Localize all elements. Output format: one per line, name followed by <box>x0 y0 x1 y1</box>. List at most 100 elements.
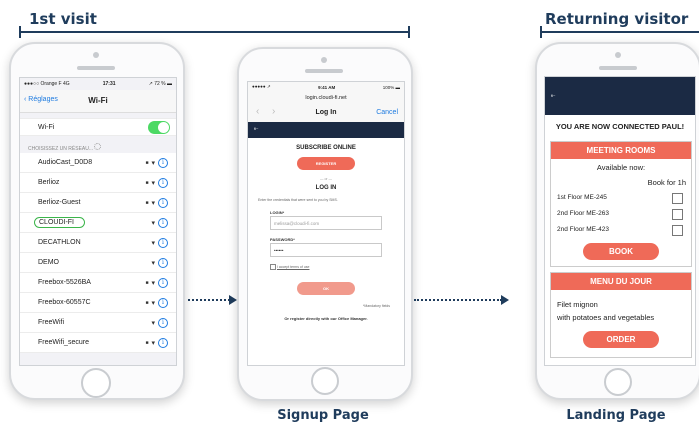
lock-icon: ■ <box>145 199 149 206</box>
portal-banner: fi~ <box>545 77 695 115</box>
info-icon[interactable]: i <box>158 157 168 168</box>
wifi-signal-icon: ▾ <box>151 259 155 267</box>
wifi-toggle-label: Wi-Fi <box>38 123 55 131</box>
forward-chevron-icon[interactable]: › <box>272 106 275 117</box>
info-icon[interactable]: i <box>158 337 168 348</box>
wifi-signal-icon: ▾ <box>151 279 155 287</box>
network-name: Berlioz <box>38 179 60 186</box>
toggle-knob <box>158 121 169 133</box>
url-bar: login.cloudi-fi.net <box>248 92 404 104</box>
room-checkbox[interactable] <box>672 193 683 204</box>
menu-du-jour-card: MENU DU JOUR Filet mignon with potatoes … <box>550 272 692 358</box>
room-checkbox[interactable] <box>672 209 683 220</box>
wifi-signal-icon: ▾ <box>151 339 155 347</box>
landing-screen: fi~ YOU ARE NOW CONNECTED PAUL! MEETING … <box>544 76 696 366</box>
room-checkbox[interactable] <box>672 225 683 236</box>
info-icon[interactable]: i <box>158 277 168 288</box>
spinner-icon <box>94 143 102 150</box>
front-camera <box>321 57 327 63</box>
password-field[interactable]: •••••• <box>270 243 382 257</box>
section-label: CHOISISSEZ UN RÉSEAU... <box>28 143 102 152</box>
first-visit-header: 1st visit <box>29 10 97 28</box>
speaker-grille <box>77 66 115 70</box>
first-visit-bracket <box>19 31 410 33</box>
terms-row: I accept terms of use <box>270 264 309 270</box>
wifi-toggle-switch[interactable] <box>148 120 170 134</box>
network-name: DEMO <box>38 259 59 266</box>
info-icon[interactable]: i <box>158 257 168 268</box>
room-row: 1st Floor ME-245 <box>551 192 691 206</box>
menu-line-2: with potatoes and vegetables <box>557 313 655 322</box>
wifi-toggle-row: Wi-Fi <box>20 118 176 136</box>
bracket-tick-left <box>19 26 21 38</box>
network-row[interactable]: FreeWifi_secure ■ ▾ i <box>20 333 176 353</box>
browser-nav: ‹ › Log In Cancel <box>248 104 404 123</box>
wifi-signal-icon: ▾ <box>151 159 155 167</box>
info-icon[interactable]: i <box>158 317 168 328</box>
bracket-tick-right <box>408 26 410 38</box>
status-bar: ●●●○○ Orange F 4G 17:31 ↗ 72 % ▬ <box>20 78 176 90</box>
home-button[interactable] <box>604 368 632 396</box>
wifi-signal-icon: ▾ <box>151 299 155 307</box>
password-field-label: PASSWORD* <box>270 237 295 242</box>
info-icon[interactable]: i <box>158 177 168 188</box>
banner-logo: fi~ <box>551 93 556 98</box>
lock-icon: ■ <box>145 159 149 166</box>
network-row[interactable]: AudioCast_D0D8 ■ ▾ i <box>20 153 176 173</box>
register-button[interactable]: REGISTER <box>297 157 355 170</box>
network-row[interactable]: DECATHLON ▾ i <box>20 233 176 253</box>
order-button[interactable]: ORDER <box>583 331 659 348</box>
room-list: 1st Floor ME-245 2nd Floor ME-263 2nd Floo… <box>551 192 691 240</box>
terms-link[interactable]: I accept terms of use <box>277 265 310 269</box>
back-chevron-icon[interactable]: ‹ <box>256 106 259 117</box>
network-row[interactable]: FreeWifi ▾ i <box>20 313 176 333</box>
flow-arrow-2-head <box>501 295 509 305</box>
network-row[interactable]: CLOUDI-FI ▾ i <box>20 213 176 233</box>
login-heading: LOG IN <box>315 185 337 191</box>
wifi-screen: ●●●○○ Orange F 4G 17:31 ↗ 72 % ▬ ‹ Régla… <box>19 77 177 366</box>
home-button[interactable] <box>311 367 339 395</box>
menu-du-jour-title: MENU DU JOUR <box>551 273 691 290</box>
terms-checkbox[interactable] <box>270 264 276 270</box>
info-icon[interactable]: i <box>158 237 168 248</box>
book-button[interactable]: BOOK <box>583 243 659 260</box>
mandatory-note: *Mandatory fields <box>362 304 390 308</box>
room-label: 2nd Floor ME-263 <box>557 210 610 217</box>
info-icon[interactable]: i <box>158 297 168 308</box>
network-name: AudioCast_D0D8 <box>38 159 93 166</box>
network-row[interactable]: Freebox-5526BA ■ ▾ i <box>20 273 176 293</box>
network-row[interactable]: DEMO ▾ i <box>20 253 176 273</box>
login-field-label: LOGIN* <box>270 210 285 215</box>
home-button[interactable] <box>81 368 111 398</box>
or-divider: — or — <box>319 177 333 181</box>
banner-logo: fi~ <box>254 126 259 131</box>
meeting-rooms-card: MEETING ROOMS Available now: Book for 1h… <box>550 141 692 267</box>
returning-visitor-header: Returning visitor <box>545 10 689 28</box>
room-row: 2nd Floor ME-263 <box>551 208 691 222</box>
returning-bracket-tick <box>540 26 542 38</box>
login-field[interactable]: melissa@cloudi-fi.com <box>270 216 382 230</box>
back-button[interactable]: ‹ Réglages <box>24 96 58 103</box>
login-instructions: Enter the credentials that were sent to … <box>258 198 338 202</box>
office-manager-note: Or register directly with our Office Man… <box>284 316 368 321</box>
carrier-text: ●●●●● ↗ <box>252 84 271 89</box>
network-name: FreeWifi_secure <box>38 339 89 346</box>
flow-arrow-2 <box>414 299 502 301</box>
clock-text: 9:41 AM <box>318 84 336 90</box>
network-row[interactable]: Freebox-60557C ■ ▾ i <box>20 293 176 313</box>
cancel-button[interactable]: Cancel <box>376 109 398 116</box>
room-label: 1st Floor ME-245 <box>557 194 607 201</box>
network-name: Berlioz-Guest <box>38 199 81 206</box>
flow-arrow-1 <box>188 299 230 301</box>
network-row[interactable]: Berlioz ■ ▾ i <box>20 173 176 193</box>
ok-button[interactable]: OK <box>297 282 355 295</box>
network-row[interactable]: Berlioz-Guest ■ ▾ i <box>20 193 176 213</box>
flow-arrow-1-head <box>229 295 237 305</box>
network-name: DECATHLON <box>38 239 81 246</box>
wifi-signal-icon: ▾ <box>151 199 155 207</box>
info-icon[interactable]: i <box>158 197 168 208</box>
info-icon[interactable]: i <box>158 217 168 228</box>
phone-landing: fi~ YOU ARE NOW CONNECTED PAUL! MEETING … <box>535 42 699 400</box>
welcome-message: YOU ARE NOW CONNECTED PAUL! <box>555 122 685 131</box>
network-list: AudioCast_D0D8 ■ ▾ i Berlioz ■ ▾ i Berlioz-Guest… <box>20 153 176 353</box>
